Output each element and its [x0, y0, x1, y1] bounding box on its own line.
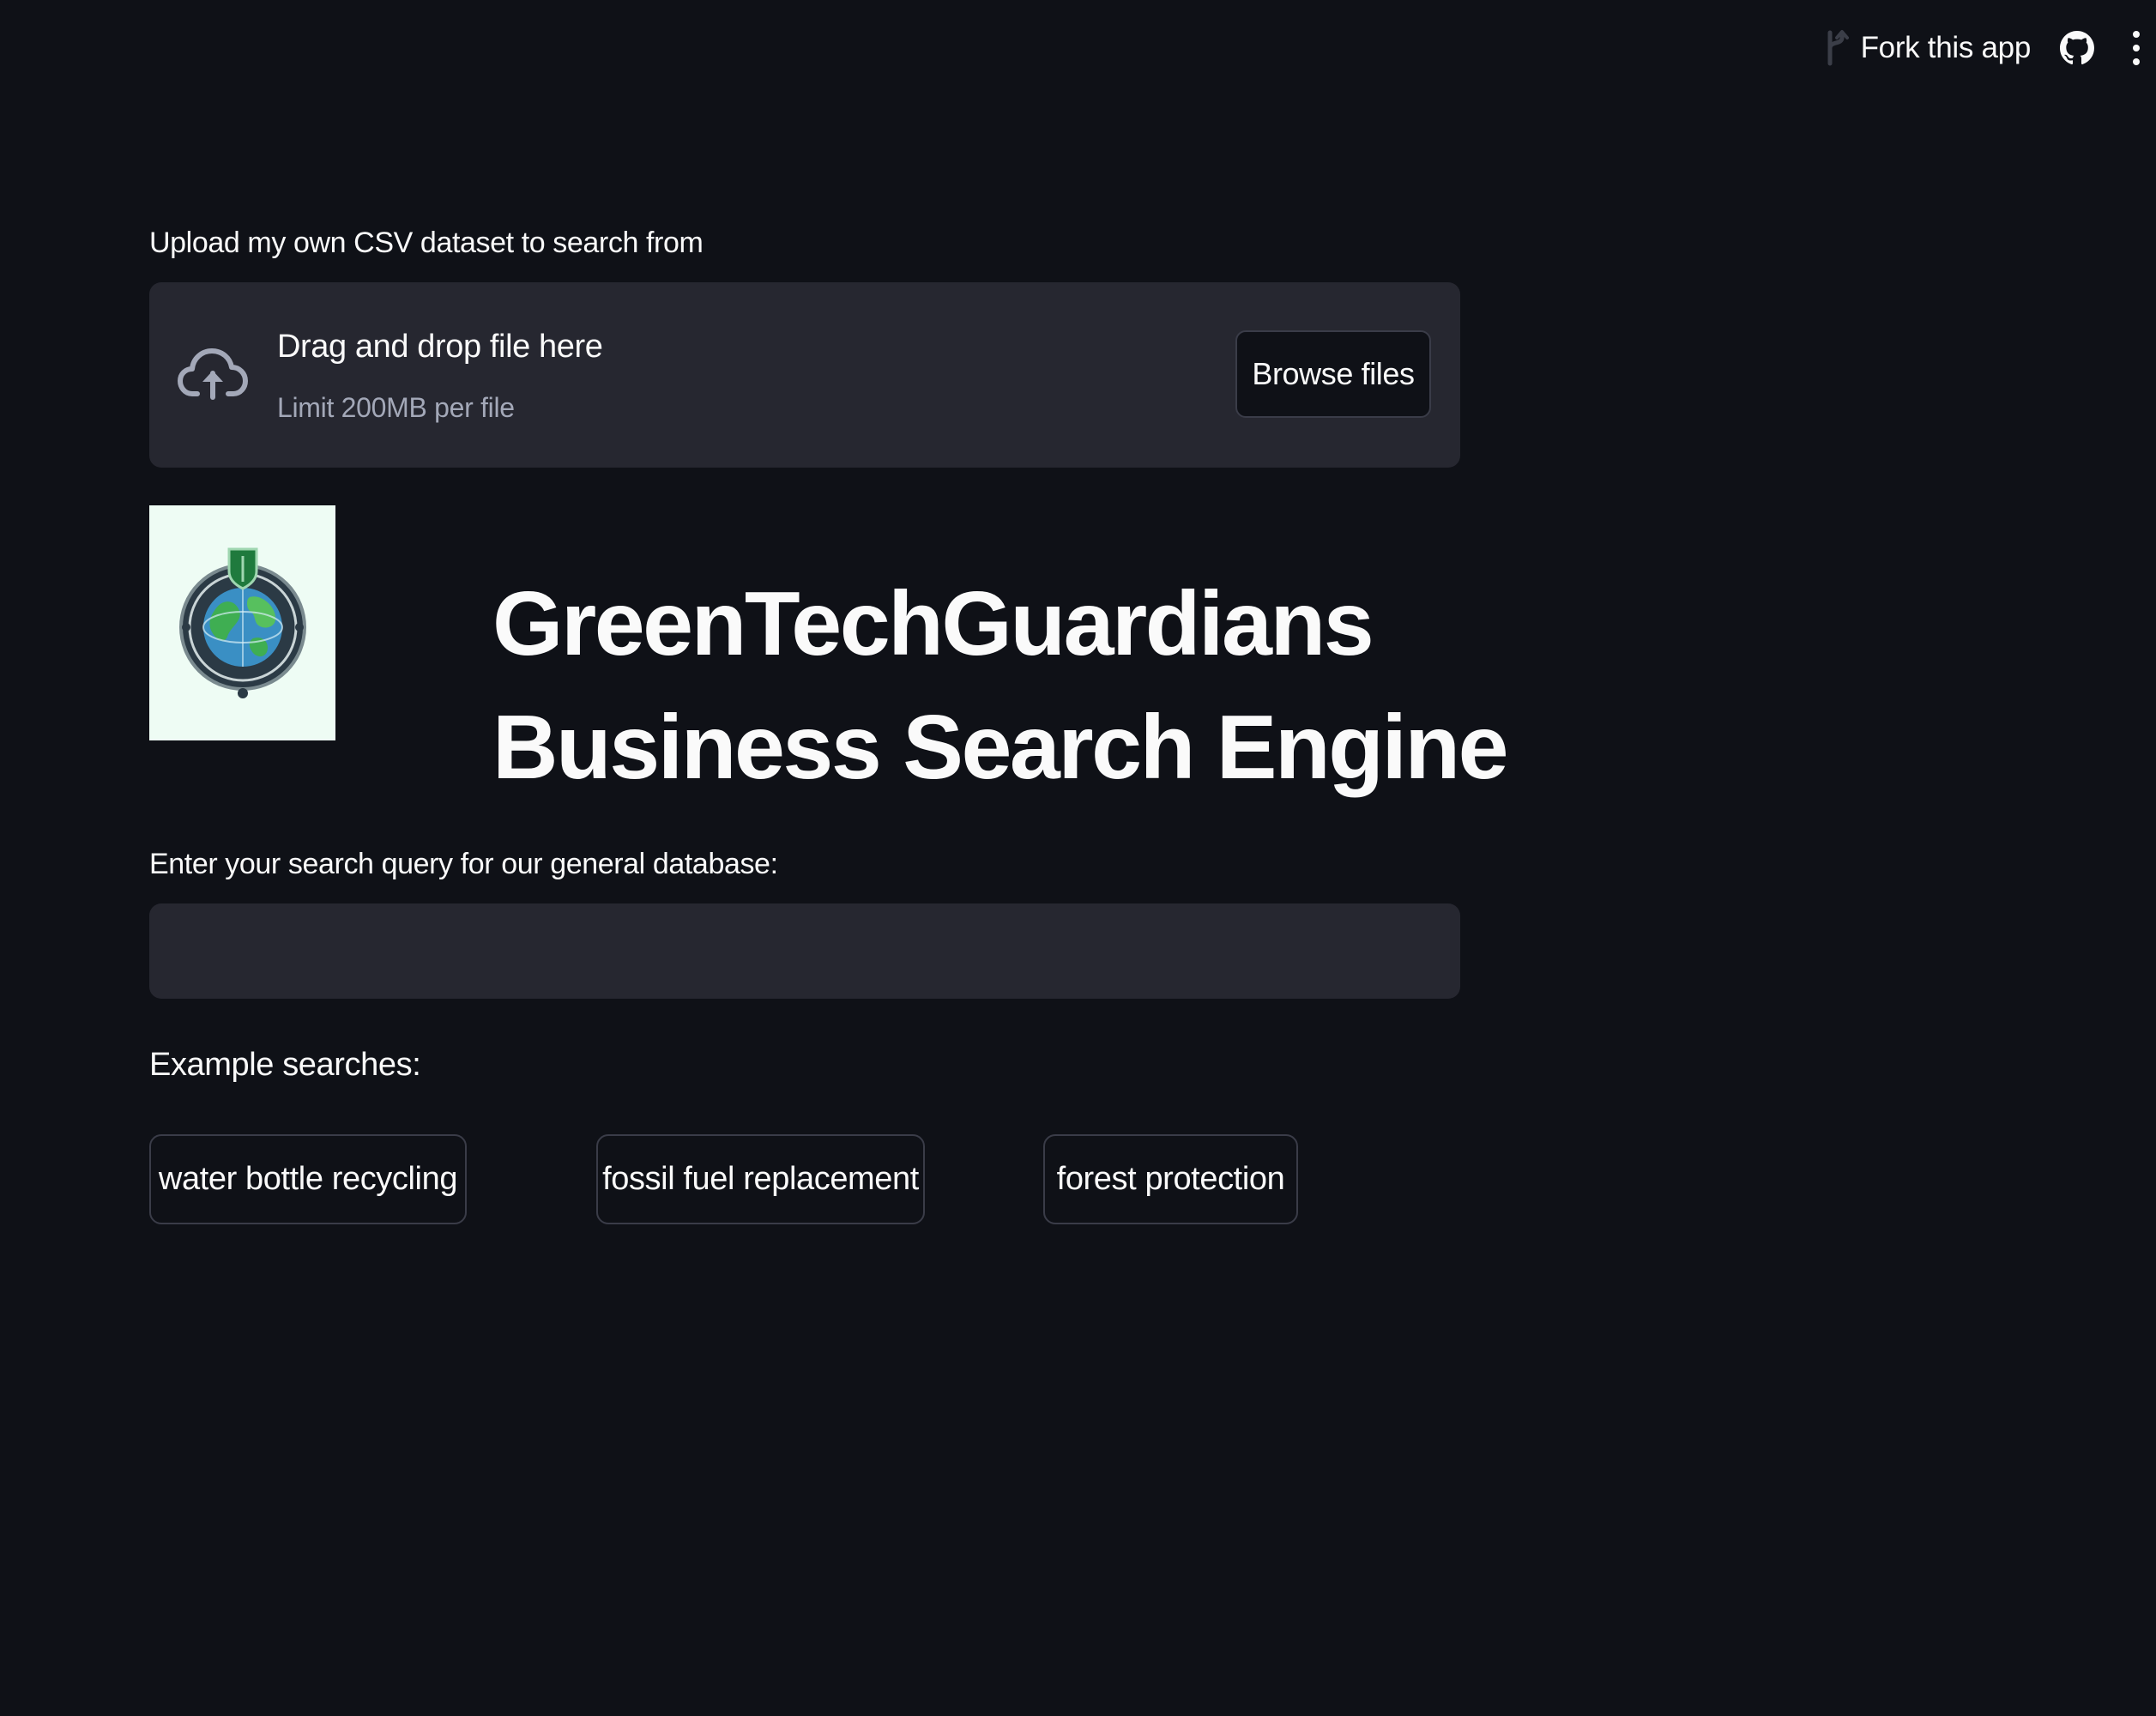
upload-label: Upload my own CSV dataset to search from [149, 227, 704, 259]
fork-app-label: Fork this app [1860, 31, 2032, 64]
page-title: GreenTechGuardians Business Search Engin… [492, 562, 1509, 809]
fork-icon [1827, 30, 1849, 66]
example-search-button[interactable]: fossil fuel replacement [596, 1134, 925, 1224]
page-title-line1: GreenTechGuardians [492, 573, 1374, 674]
dropzone-limit: Limit 200MB per file [277, 392, 515, 423]
github-icon[interactable] [2060, 31, 2094, 65]
example-searches-label: Example searches: [149, 1047, 421, 1083]
example-search-button[interactable]: water bottle recycling [149, 1134, 467, 1224]
app-logo [149, 505, 335, 740]
green-tech-guardians-logo [178, 547, 306, 698]
dropzone-title: Drag and drop file here [277, 329, 603, 365]
search-input[interactable] [149, 903, 1460, 999]
example-search-button[interactable]: forest protection [1043, 1134, 1298, 1224]
search-label: Enter your search query for our general … [149, 848, 778, 880]
fork-app-button[interactable]: Fork this app [1823, 29, 2031, 67]
cloud-upload-icon [178, 348, 248, 400]
more-vertical-icon[interactable] [2123, 27, 2149, 69]
page-title-line2: Business Search Engine [492, 697, 1509, 798]
app-toolbar: Fork this app [1823, 17, 2149, 79]
file-dropzone[interactable]: Drag and drop file here Limit 200MB per … [149, 282, 1460, 468]
browse-files-button[interactable]: Browse files [1235, 330, 1431, 418]
